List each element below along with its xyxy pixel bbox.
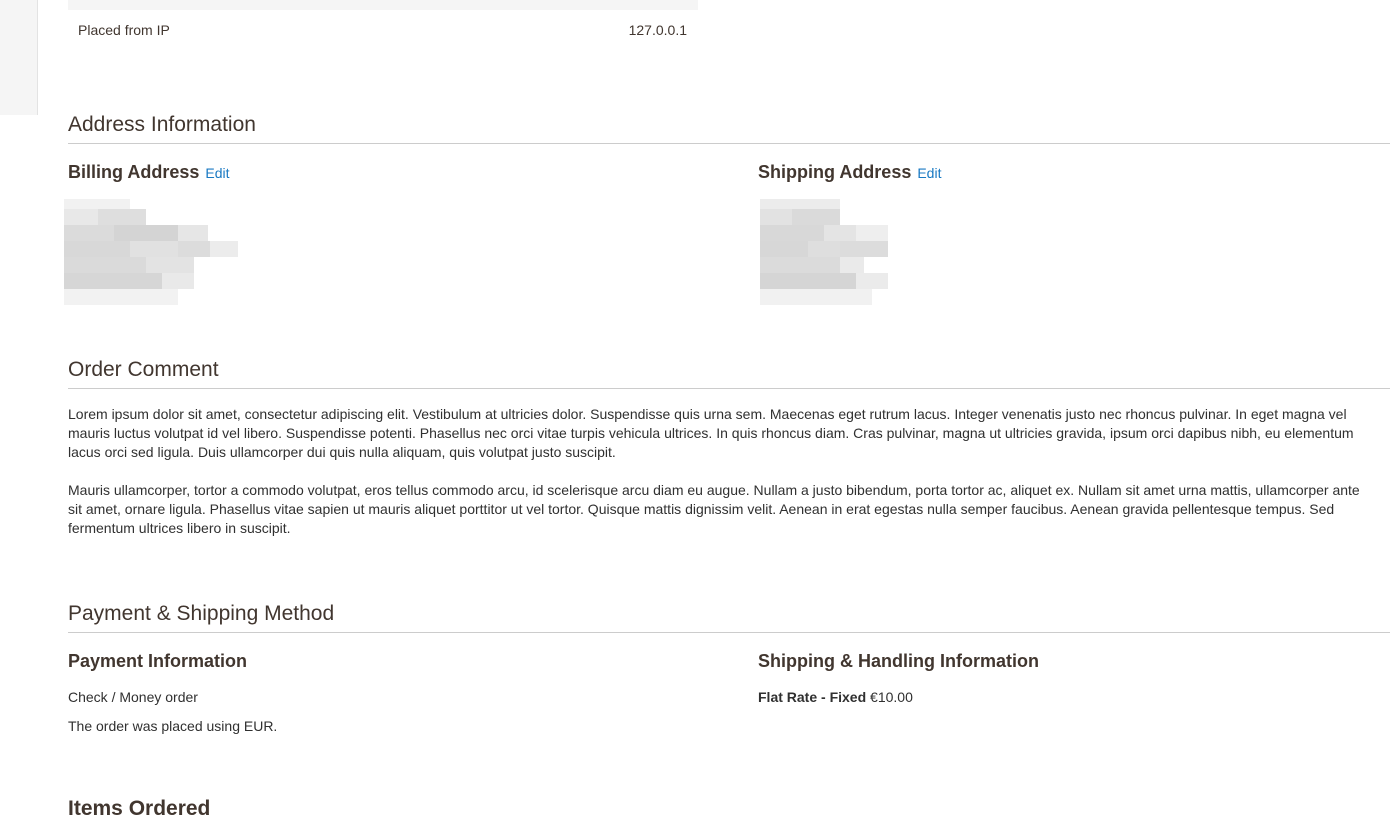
shipping-address-redacted	[744, 199, 924, 309]
order-comment-paragraph-2: Mauris ullamcorper, tortor a commodo vol…	[68, 482, 1360, 536]
currency-note: The order was placed using EUR.	[68, 718, 278, 734]
shipping-address-heading: Shipping Address Edit	[758, 160, 941, 185]
shipping-method-price: €10.00	[870, 689, 913, 705]
shipping-address-title: Shipping Address	[758, 162, 912, 182]
shipping-method-line: Flat Rate - Fixed €10.00	[758, 688, 913, 707]
items-ordered-title: Items Ordered	[68, 797, 211, 820]
ip-label: Placed from IP	[78, 22, 170, 38]
billing-address-edit-link[interactable]: Edit	[205, 165, 229, 181]
payment-shipping-title: Payment & Shipping Method	[68, 601, 1390, 633]
shipping-handling-title: Shipping & Handling Information	[758, 651, 1039, 671]
table-row-stripe	[68, 0, 698, 10]
payment-method: Check / Money order	[68, 689, 198, 705]
order-comment-title: Order Comment	[68, 357, 1390, 389]
ip-value: 127.0.0.1	[628, 22, 687, 38]
address-information-title: Address Information	[68, 112, 1390, 144]
table-row-ip: Placed from IP 127.0.0.1	[68, 10, 698, 50]
shipping-address-edit-link[interactable]: Edit	[917, 165, 941, 181]
payment-information-title: Payment Information	[68, 651, 248, 671]
billing-address-title: Billing Address	[68, 162, 200, 182]
billing-address-heading: Billing Address Edit	[68, 160, 229, 185]
shipping-method-name: Flat Rate - Fixed	[758, 689, 867, 705]
order-info-table: Placed from IP 127.0.0.1	[68, 0, 698, 50]
billing-address-redacted	[64, 199, 244, 309]
sidebar-edge	[0, 0, 38, 115]
order-comment-paragraph-1: Lorem ipsum dolor sit amet, consectetur …	[68, 406, 1354, 460]
